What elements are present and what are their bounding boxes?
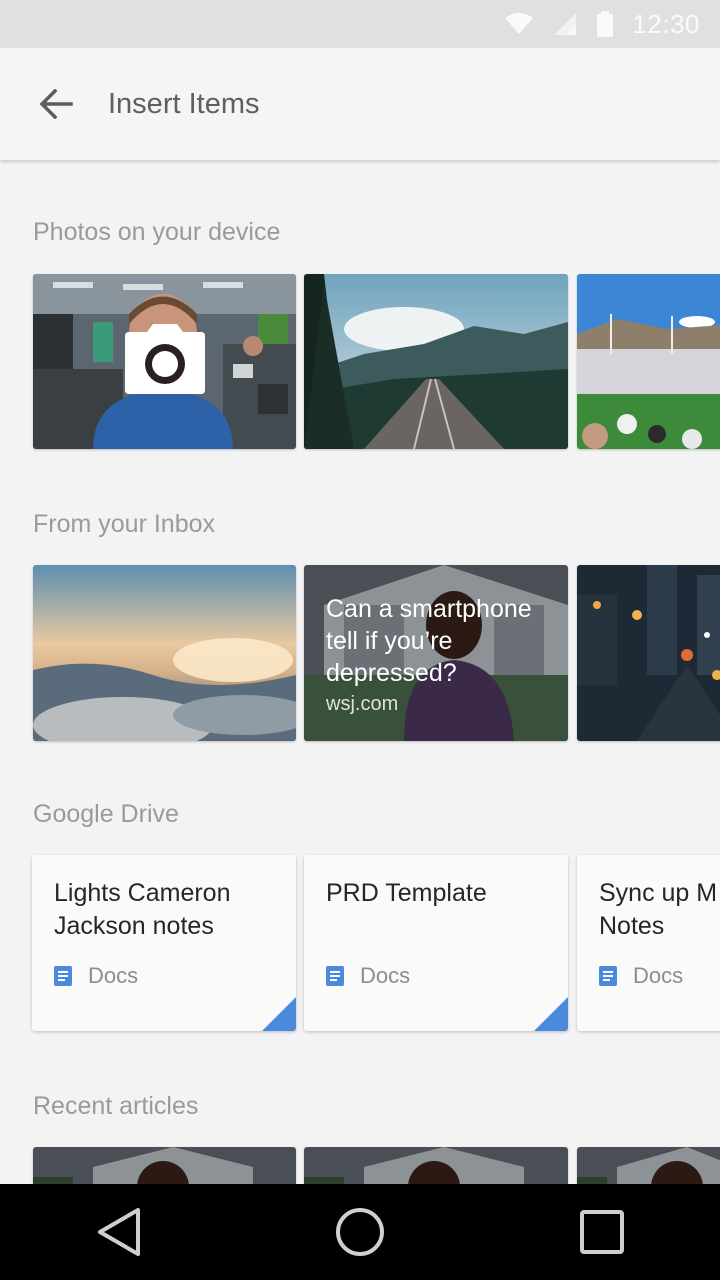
inbox-tile-city[interactable]	[577, 565, 720, 741]
article-photo	[33, 1147, 296, 1184]
article-title: Can a smartphone tell if you’re depresse…	[326, 595, 532, 687]
back-triangle-icon	[98, 1208, 140, 1256]
recent-article-tile-1[interactable]	[33, 1147, 296, 1184]
photo-tile-railway[interactable]	[304, 274, 568, 449]
doc-type-label: Docs	[360, 963, 411, 988]
city-night-photo	[577, 565, 720, 741]
status-time: 12:30	[632, 8, 700, 39]
system-nav-bar	[0, 1184, 720, 1280]
doc-title: Lights Cameron Jackson notes	[54, 879, 231, 940]
drive-doc-card-2[interactable]: PRD Template Docs	[304, 855, 568, 1031]
doc-type: Docs	[599, 963, 683, 989]
drive-doc-card-3[interactable]: Sync up M Notes Docs	[577, 855, 720, 1031]
stadium-photo	[577, 274, 720, 449]
recent-article-tile-2[interactable]	[304, 1147, 568, 1184]
drive-doc-card-1[interactable]: Lights Cameron Jackson notes Docs	[32, 855, 296, 1031]
section-title-photos: Photos on your device	[33, 218, 281, 246]
app-bar: Insert Items	[0, 48, 720, 160]
cell-signal-icon	[554, 13, 577, 35]
railway-photo	[304, 274, 568, 449]
photo-tile-camera[interactable]	[33, 274, 296, 449]
back-button[interactable]	[28, 76, 84, 132]
docs-icon	[54, 966, 72, 986]
home-circle-icon	[336, 1208, 384, 1256]
section-title-recent-articles: Recent articles	[33, 1092, 199, 1120]
docs-icon	[326, 966, 344, 986]
doc-title-line-2: Notes	[599, 912, 665, 940]
docs-icon	[599, 966, 617, 986]
inbox-article-tile[interactable]: Can a smartphone tell if you’re depresse…	[304, 565, 568, 741]
battery-icon	[597, 11, 614, 37]
doc-title: PRD Template	[326, 879, 487, 907]
camera-button[interactable]	[125, 324, 205, 394]
doc-type: Docs	[326, 963, 410, 989]
doc-type-label: Docs	[633, 963, 684, 988]
doc-corner-icon	[262, 997, 296, 1031]
article-source: wsj.com	[326, 693, 399, 715]
page-title: Insert Items	[108, 87, 260, 120]
camera-icon	[125, 324, 205, 394]
recent-article-tile-3[interactable]	[577, 1147, 720, 1184]
photo-tile-stadium[interactable]	[577, 274, 720, 449]
status-bar: 12:30	[0, 0, 720, 48]
doc-type-label: Docs	[88, 963, 139, 988]
doc-corner-icon	[534, 997, 568, 1031]
inbox-tile-clouds[interactable]	[33, 565, 296, 741]
doc-title: Sync up M Notes	[599, 877, 717, 943]
article-photo	[577, 1147, 720, 1184]
doc-title-line-1: Sync up M	[599, 879, 718, 907]
article-photo	[304, 1147, 568, 1184]
clouds-photo	[33, 565, 296, 741]
nav-back-button[interactable]	[90, 1202, 150, 1262]
nav-home-button[interactable]	[330, 1202, 390, 1262]
section-title-inbox: From your Inbox	[33, 510, 216, 538]
doc-type: Docs	[54, 963, 138, 989]
arrow-back-icon	[39, 89, 73, 119]
article-overlay: Can a smartphone tell if you’re depresse…	[304, 565, 568, 741]
nav-recents-button[interactable]	[572, 1202, 632, 1262]
wifi-icon	[505, 13, 534, 34]
recents-square-icon	[580, 1210, 624, 1254]
section-title-drive: Google Drive	[33, 800, 179, 828]
content-scroll-area[interactable]: Photos on your device From your Inbox Ca…	[0, 160, 720, 1184]
